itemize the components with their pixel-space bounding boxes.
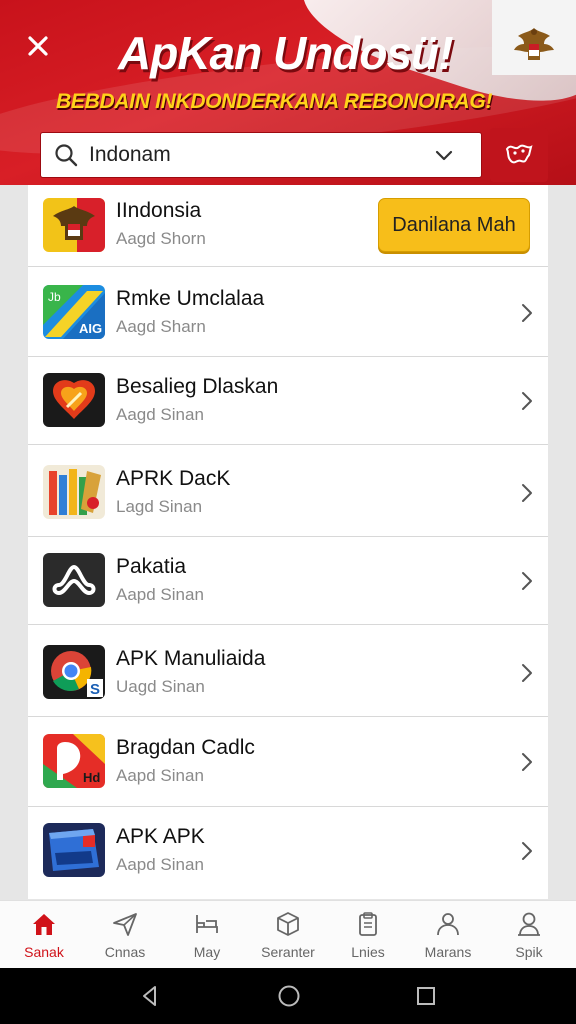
app-name: APRK DacK bbox=[116, 467, 231, 490]
chevron-right-icon bbox=[522, 392, 532, 410]
box-app-icon bbox=[43, 823, 105, 877]
app-name: APK Manuliaida bbox=[116, 647, 266, 670]
svg-text:AIG: AIG bbox=[79, 321, 102, 336]
clipboard-icon bbox=[359, 912, 377, 936]
tab-marans[interactable]: Marans bbox=[408, 901, 488, 969]
chevron-right-icon bbox=[522, 572, 532, 590]
app-name: IIndonsia bbox=[116, 199, 202, 222]
flame-app-icon bbox=[43, 373, 105, 427]
tab-label: Marans bbox=[424, 944, 472, 960]
garuda-app-icon bbox=[43, 198, 105, 252]
tab-label: Seranter bbox=[261, 944, 315, 960]
list-item[interactable]: Pakatia Aapd Sinan bbox=[28, 537, 548, 625]
garuda-emblem-icon bbox=[514, 28, 554, 60]
close-button[interactable] bbox=[22, 30, 54, 62]
close-icon bbox=[28, 36, 48, 56]
tab-label: Lnies bbox=[351, 944, 385, 960]
home-icon bbox=[33, 914, 55, 935]
list-item[interactable]: S APK Manuliaida Uagd Sinan bbox=[28, 629, 548, 717]
app-subtitle-text: Lagd Sinan bbox=[116, 497, 203, 516]
browser-app-icon: S bbox=[43, 645, 105, 699]
app-title: ApKan Undosü! bbox=[118, 27, 454, 79]
chevron-right-icon bbox=[522, 304, 532, 322]
aig-app-icon: Jb AIG bbox=[43, 285, 105, 339]
app-name: Rmke Umclalaa bbox=[116, 287, 265, 310]
svg-text:S: S bbox=[90, 681, 100, 698]
svg-text:Jb: Jb bbox=[48, 290, 61, 304]
tab-may[interactable]: May bbox=[167, 901, 247, 969]
chevron-right-icon bbox=[522, 664, 532, 682]
download-button[interactable]: Danilana Mah bbox=[378, 198, 530, 252]
app-name: APK APK bbox=[116, 825, 205, 848]
person-icon bbox=[437, 913, 459, 936]
tab-spik[interactable]: Spik bbox=[489, 901, 569, 969]
link-app-icon bbox=[43, 553, 105, 607]
map-button[interactable] bbox=[490, 128, 548, 182]
list-item[interactable]: Jb AIG Rmke Umclalaa Aagd Sharn bbox=[28, 269, 548, 357]
app-subtitle: BEBDAIN INKDONDERKANA REBONOIRAG! bbox=[56, 90, 493, 113]
chevron-right-icon bbox=[522, 753, 532, 771]
app-subtitle-text: Aapd Sinan bbox=[116, 766, 204, 785]
tab-seranter[interactable]: Seranter bbox=[248, 901, 328, 969]
chevron-down-icon[interactable] bbox=[433, 144, 455, 166]
list-item[interactable]: Besalieg Dlaskan Aagd Sinan bbox=[28, 357, 548, 445]
send-icon bbox=[113, 913, 137, 936]
chevron-right-icon bbox=[522, 484, 532, 502]
app-list: IIndonsia Aagd Shorn Danilana Mah Jb AIG… bbox=[28, 185, 548, 899]
tab-label: Spik bbox=[515, 944, 543, 960]
app-subtitle-text: Aagd Shorn bbox=[116, 229, 206, 248]
back-icon[interactable] bbox=[138, 984, 162, 1008]
hd-app-icon: Hd bbox=[43, 734, 105, 788]
map-icon bbox=[505, 144, 533, 164]
search-input[interactable] bbox=[89, 143, 429, 167]
app-name: Bragdan Cadlc bbox=[116, 736, 255, 759]
tab-label: May bbox=[193, 944, 221, 960]
app-subtitle-text: Uagd Sinan bbox=[116, 677, 205, 696]
app-name: Pakatia bbox=[116, 555, 187, 578]
home-circle-icon[interactable] bbox=[277, 984, 301, 1008]
tab-label: Cnnas bbox=[104, 944, 146, 960]
tab-sanak[interactable]: Sanak bbox=[4, 901, 84, 969]
bottom-tab-bar: Sanak Cnnas May Seranter Lnies Marans Sp… bbox=[0, 900, 576, 968]
tab-cnnas[interactable]: Cnnas bbox=[85, 901, 165, 969]
bed-icon bbox=[196, 915, 218, 933]
recents-icon[interactable] bbox=[414, 984, 438, 1008]
list-item[interactable]: APRK DacK Lagd Sinan bbox=[28, 449, 548, 537]
tab-lnies[interactable]: Lnies bbox=[328, 901, 408, 969]
app-subtitle-text: Aagd Sinan bbox=[116, 405, 204, 424]
list-item[interactable]: APK APK Aapd Sinan bbox=[28, 807, 548, 899]
cube-icon bbox=[277, 912, 299, 936]
profile-icon bbox=[518, 912, 540, 936]
app-name: Besalieg Dlaskan bbox=[116, 375, 279, 398]
app-subtitle-text: Aapd Sinan bbox=[116, 585, 204, 604]
app-subtitle-text: Aagd Sharn bbox=[116, 317, 206, 336]
list-item[interactable]: Hd Bragdan Cadlc Aapd Sinan bbox=[28, 717, 548, 807]
tab-label: Sanak bbox=[24, 944, 64, 960]
system-navigation-bar bbox=[0, 968, 576, 1024]
svg-text:Hd: Hd bbox=[83, 770, 100, 785]
chevron-right-icon bbox=[522, 842, 532, 860]
app-subtitle-text: Aapd Sinan bbox=[116, 855, 204, 874]
search-icon bbox=[55, 144, 78, 167]
search-field[interactable] bbox=[40, 132, 482, 178]
pencils-app-icon bbox=[43, 465, 105, 519]
list-item[interactable]: IIndonsia Aagd Shorn Danilana Mah bbox=[28, 185, 548, 267]
